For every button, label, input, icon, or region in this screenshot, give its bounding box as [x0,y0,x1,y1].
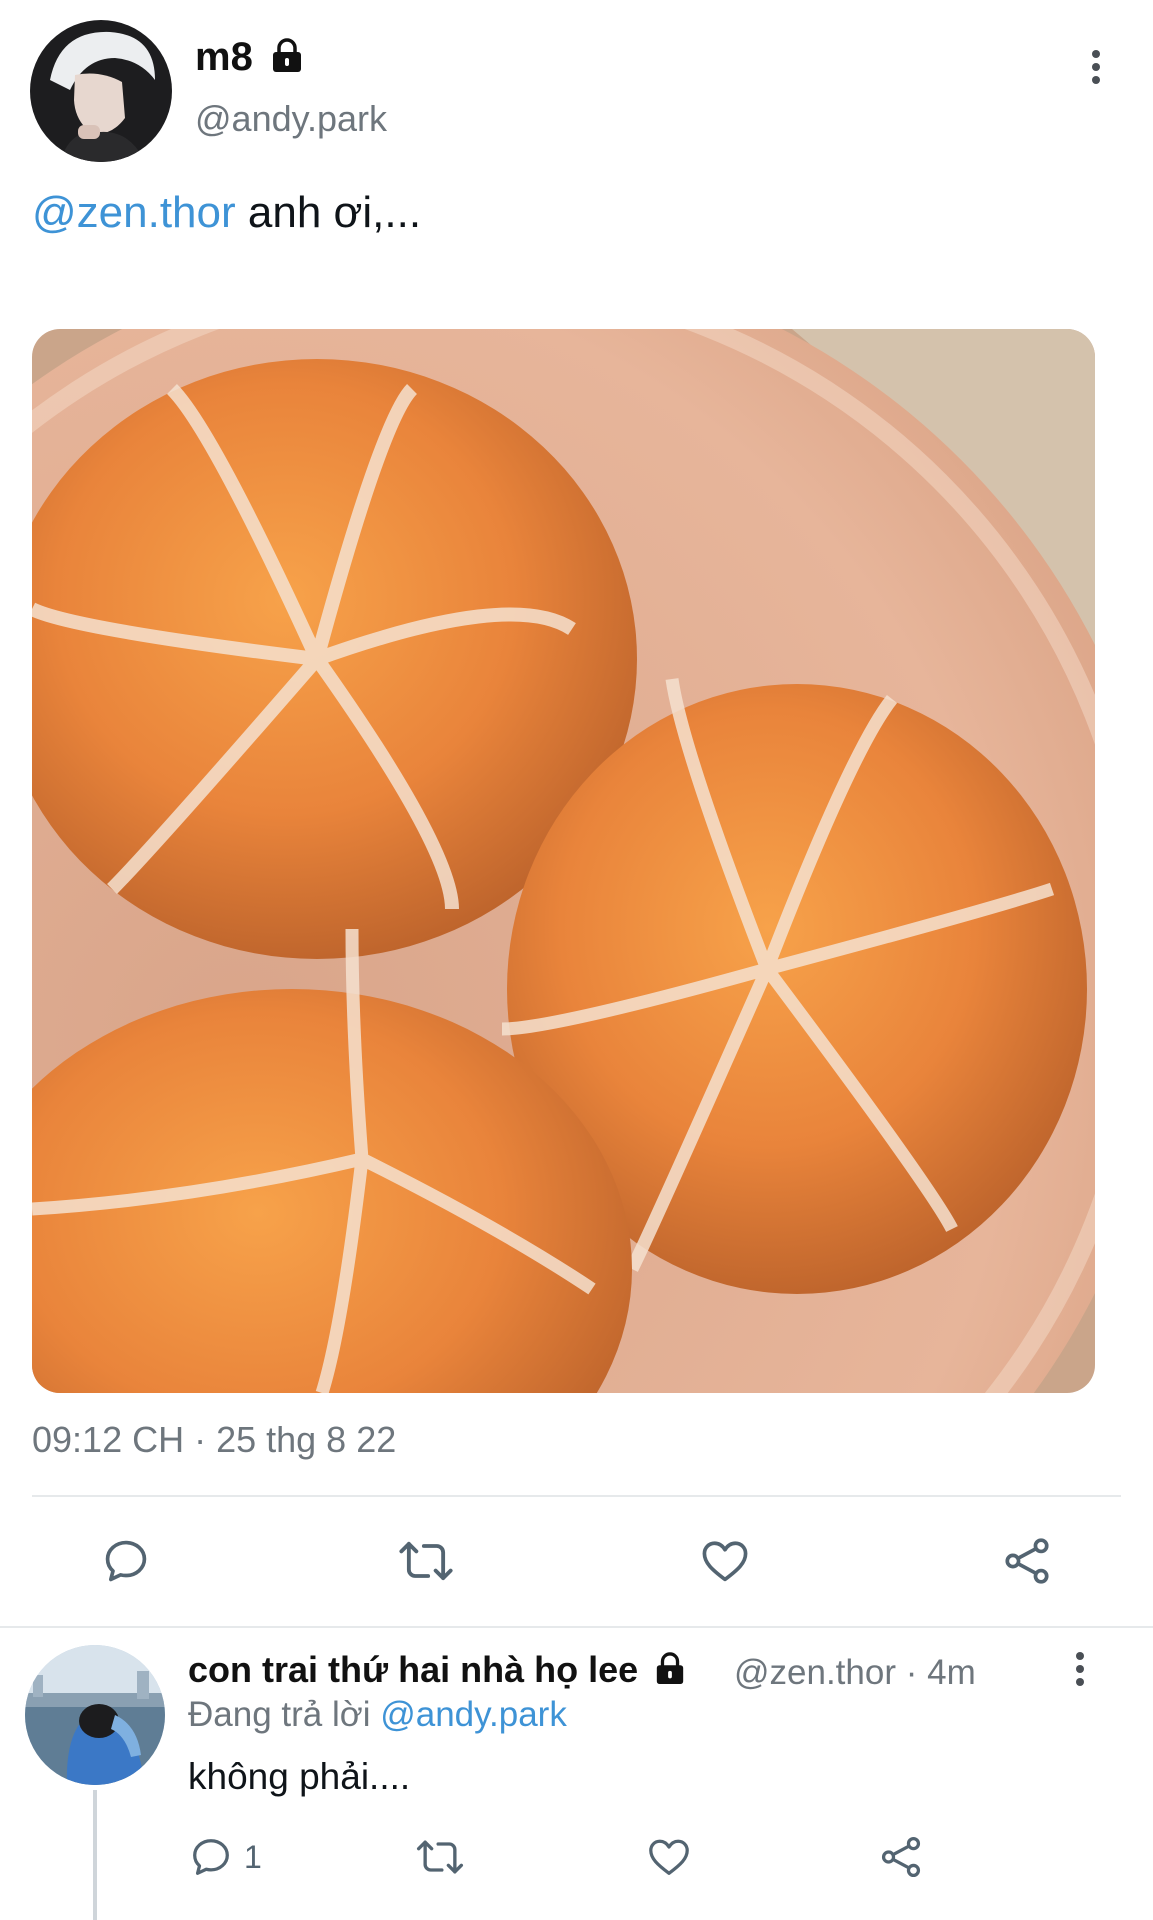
lock-icon [272,38,301,73]
reply-author-avatar[interactable] [25,1645,165,1785]
tweet-text: @zen.thor anh ơi,... [32,186,421,240]
more-options-icon[interactable] [1091,50,1101,84]
thread-line [93,1790,97,1920]
like-icon [702,1541,748,1582]
reply-icon [105,1540,147,1582]
replying-to-prefix: Đang trả lời [188,1695,381,1734]
reply-time: 4m [927,1653,976,1692]
author-handle[interactable]: @andy.park [195,98,387,140]
like-icon [649,1839,689,1875]
lock-icon [656,1652,684,1685]
reply-text: không phải.... [188,1756,411,1797]
share-button[interactable] [1000,1535,1054,1587]
retweet-icon [416,1840,464,1874]
like-button[interactable] [698,1535,752,1587]
reply-handle[interactable]: @zen.thor [734,1653,896,1692]
reply-retweet-button[interactable] [414,1834,466,1880]
reply-author-name-text: con trai thứ hai nhà họ lee [188,1649,639,1690]
reply-author-display-name[interactable]: con trai thứ hai nhà họ lee [188,1648,686,1692]
reply-reply-button[interactable]: 1 [188,1834,262,1880]
reply-share-button[interactable] [878,1834,924,1880]
divider [0,1626,1153,1628]
reply-count: 1 [244,1838,262,1875]
retweet-button[interactable] [396,1535,456,1587]
reply-button[interactable] [100,1535,152,1587]
author-avatar[interactable] [30,20,172,162]
author-name-text: m8 [195,35,253,79]
mention-link[interactable]: @zen.thor [32,188,236,237]
tweet-text-body: anh ơi,... [235,188,422,237]
divider [32,1495,1121,1497]
tweet-photo[interactable] [32,329,1095,1393]
reply-handle-time: @zen.thor · 4m [734,1653,976,1692]
reply-icon [193,1839,229,1875]
author-display-name[interactable]: m8 [195,34,304,80]
reply-like-button[interactable] [646,1834,692,1880]
retweet-icon [399,1541,453,1581]
replying-to-line: Đang trả lời @andy.park [188,1694,567,1736]
share-icon [881,1836,921,1878]
tweet-timestamp[interactable]: 09:12 CH · 25 thg 8 22 [32,1419,396,1461]
share-icon [1005,1538,1049,1584]
replying-to-mention[interactable]: @andy.park [380,1695,567,1734]
reply-more-options-icon[interactable] [1075,1652,1085,1686]
